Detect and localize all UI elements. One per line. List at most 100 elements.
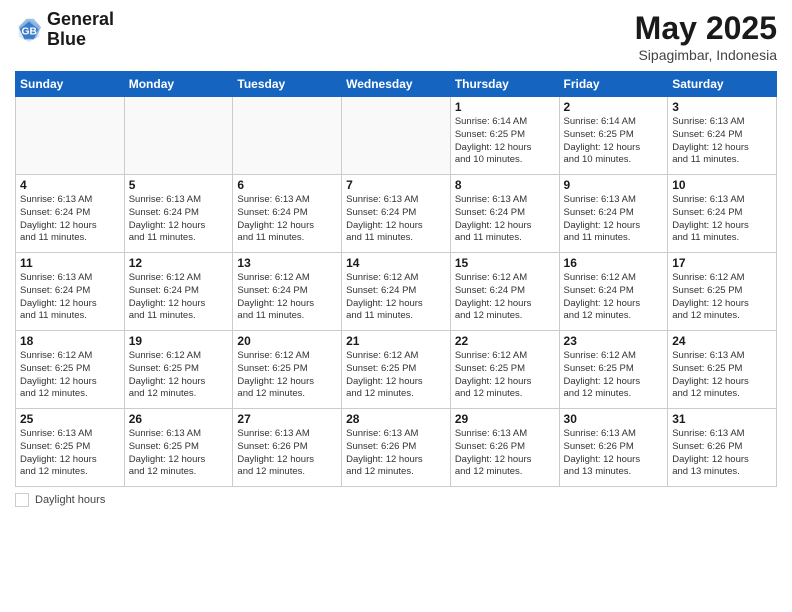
day-info: Sunrise: 6:13 AM Sunset: 6:24 PM Dayligh… bbox=[564, 194, 664, 245]
cell-w0-d4: 1Sunrise: 6:14 AM Sunset: 6:25 PM Daylig… bbox=[450, 97, 559, 175]
day-number: 14 bbox=[346, 256, 446, 270]
day-info: Sunrise: 6:13 AM Sunset: 6:24 PM Dayligh… bbox=[346, 194, 446, 245]
day-number: 27 bbox=[237, 412, 337, 426]
day-number: 12 bbox=[129, 256, 229, 270]
cell-w1-d5: 9 Sunrise: 6:13 AM Sunset: 6:24 PM Daylig… bbox=[559, 175, 668, 253]
cell-w4-d6: 31 Sunrise: 6:13 AM Sunset: 6:26 PM Dayli… bbox=[668, 409, 777, 487]
week-row-0: 1Sunrise: 6:14 AM Sunset: 6:25 PM Daylig… bbox=[16, 97, 777, 175]
cell-w0-d6: 3 Sunrise: 6:13 AM Sunset: 6:24 PM Daylig… bbox=[668, 97, 777, 175]
calendar-table: Sunday Monday Tuesday Wednesday Thursday… bbox=[15, 71, 777, 487]
day-info: Sunrise: 6:13 AM Sunset: 6:24 PM Dayligh… bbox=[129, 194, 229, 245]
cell-w2-d2: 13 Sunrise: 6:12 AM Sunset: 6:24 PM Dayli… bbox=[233, 253, 342, 331]
cell-w0-d1 bbox=[124, 97, 233, 175]
day-info: Sunrise: 6:12 AM Sunset: 6:25 PM Dayligh… bbox=[455, 350, 555, 401]
cell-w3-d5: 23Sunrise: 6:12 AM Sunset: 6:25 PM Dayli… bbox=[559, 331, 668, 409]
day-info: Sunrise: 6:13 AM Sunset: 6:25 PM Dayligh… bbox=[129, 428, 229, 479]
day-number: 29 bbox=[455, 412, 555, 426]
day-number: 13 bbox=[237, 256, 337, 270]
cell-w4-d2: 27 Sunrise: 6:13 AM Sunset: 6:26 PM Dayli… bbox=[233, 409, 342, 487]
svg-text:GB: GB bbox=[22, 26, 37, 37]
day-info: Sunrise: 6:13 AM Sunset: 6:24 PM Dayligh… bbox=[672, 116, 772, 167]
cell-w2-d5: 16Sunrise: 6:12 AM Sunset: 6:24 PM Dayli… bbox=[559, 253, 668, 331]
day-info: Sunrise: 6:13 AM Sunset: 6:26 PM Dayligh… bbox=[672, 428, 772, 479]
col-monday: Monday bbox=[124, 72, 233, 97]
day-number: 6 bbox=[237, 178, 337, 192]
cell-w3-d3: 21 Sunrise: 6:12 AM Sunset: 6:25 PM Dayli… bbox=[342, 331, 451, 409]
day-info: Sunrise: 6:12 AM Sunset: 6:25 PM Dayligh… bbox=[346, 350, 446, 401]
day-info: Sunrise: 6:13 AM Sunset: 6:24 PM Dayligh… bbox=[672, 194, 772, 245]
col-tuesday: Tuesday bbox=[233, 72, 342, 97]
day-info: Sunrise: 6:13 AM Sunset: 6:24 PM Dayligh… bbox=[20, 272, 120, 323]
cell-w2-d3: 14 Sunrise: 6:12 AM Sunset: 6:24 PM Dayli… bbox=[342, 253, 451, 331]
logo-line2: Blue bbox=[47, 30, 114, 50]
day-number: 24 bbox=[672, 334, 772, 348]
day-number: 26 bbox=[129, 412, 229, 426]
day-number: 20 bbox=[237, 334, 337, 348]
day-number: 8 bbox=[455, 178, 555, 192]
logo-line1: General bbox=[47, 10, 114, 30]
month-year: May 2025 bbox=[635, 10, 777, 47]
day-number: 28 bbox=[346, 412, 446, 426]
day-number: 22 bbox=[455, 334, 555, 348]
cell-w3-d2: 20 Sunrise: 6:12 AM Sunset: 6:25 PM Dayli… bbox=[233, 331, 342, 409]
cell-w4-d0: 25Sunrise: 6:13 AM Sunset: 6:25 PM Dayli… bbox=[16, 409, 125, 487]
day-info: Sunrise: 6:12 AM Sunset: 6:25 PM Dayligh… bbox=[237, 350, 337, 401]
day-info: Sunrise: 6:13 AM Sunset: 6:26 PM Dayligh… bbox=[564, 428, 664, 479]
cell-w4-d3: 28 Sunrise: 6:13 AM Sunset: 6:26 PM Dayli… bbox=[342, 409, 451, 487]
day-info: Sunrise: 6:12 AM Sunset: 6:24 PM Dayligh… bbox=[455, 272, 555, 323]
cell-w1-d2: 6 Sunrise: 6:13 AM Sunset: 6:24 PM Daylig… bbox=[233, 175, 342, 253]
day-info: Sunrise: 6:13 AM Sunset: 6:26 PM Dayligh… bbox=[346, 428, 446, 479]
day-number: 7 bbox=[346, 178, 446, 192]
day-number: 23 bbox=[564, 334, 664, 348]
week-row-4: 25Sunrise: 6:13 AM Sunset: 6:25 PM Dayli… bbox=[16, 409, 777, 487]
daylight-label: Daylight hours bbox=[35, 494, 105, 506]
day-number: 15 bbox=[455, 256, 555, 270]
day-number: 9 bbox=[564, 178, 664, 192]
day-number: 21 bbox=[346, 334, 446, 348]
page: GB General Blue May 2025 Sipagimbar, Ind… bbox=[0, 0, 792, 612]
logo: GB General Blue bbox=[15, 10, 114, 50]
day-number: 5 bbox=[129, 178, 229, 192]
day-info: Sunrise: 6:12 AM Sunset: 6:24 PM Dayligh… bbox=[237, 272, 337, 323]
day-info: Sunrise: 6:12 AM Sunset: 6:24 PM Dayligh… bbox=[346, 272, 446, 323]
cell-w4-d5: 30 Sunrise: 6:13 AM Sunset: 6:26 PM Dayli… bbox=[559, 409, 668, 487]
week-row-2: 11Sunrise: 6:13 AM Sunset: 6:24 PM Dayli… bbox=[16, 253, 777, 331]
day-number: 3 bbox=[672, 100, 772, 114]
col-thursday: Thursday bbox=[450, 72, 559, 97]
cell-w3-d0: 18 Sunrise: 6:12 AM Sunset: 6:25 PM Dayli… bbox=[16, 331, 125, 409]
week-row-1: 4Sunrise: 6:13 AM Sunset: 6:24 PM Daylig… bbox=[16, 175, 777, 253]
col-friday: Friday bbox=[559, 72, 668, 97]
day-number: 30 bbox=[564, 412, 664, 426]
cell-w4-d4: 29Sunrise: 6:13 AM Sunset: 6:26 PM Dayli… bbox=[450, 409, 559, 487]
day-number: 1 bbox=[455, 100, 555, 114]
cell-w0-d2 bbox=[233, 97, 342, 175]
day-info: Sunrise: 6:13 AM Sunset: 6:24 PM Dayligh… bbox=[237, 194, 337, 245]
day-number: 2 bbox=[564, 100, 664, 114]
day-number: 31 bbox=[672, 412, 772, 426]
day-number: 19 bbox=[129, 334, 229, 348]
cell-w2-d1: 12 Sunrise: 6:12 AM Sunset: 6:24 PM Dayli… bbox=[124, 253, 233, 331]
daylight-box bbox=[15, 493, 29, 507]
cell-w0-d5: 2Sunrise: 6:14 AM Sunset: 6:25 PM Daylig… bbox=[559, 97, 668, 175]
day-number: 10 bbox=[672, 178, 772, 192]
col-saturday: Saturday bbox=[668, 72, 777, 97]
col-sunday: Sunday bbox=[16, 72, 125, 97]
header: GB General Blue May 2025 Sipagimbar, Ind… bbox=[15, 10, 777, 63]
cell-w2-d0: 11Sunrise: 6:13 AM Sunset: 6:24 PM Dayli… bbox=[16, 253, 125, 331]
day-info: Sunrise: 6:13 AM Sunset: 6:25 PM Dayligh… bbox=[20, 428, 120, 479]
cell-w3-d6: 24Sunrise: 6:13 AM Sunset: 6:25 PM Dayli… bbox=[668, 331, 777, 409]
day-number: 18 bbox=[20, 334, 120, 348]
cell-w1-d4: 8 Sunrise: 6:13 AM Sunset: 6:24 PM Daylig… bbox=[450, 175, 559, 253]
header-row: Sunday Monday Tuesday Wednesday Thursday… bbox=[16, 72, 777, 97]
day-info: Sunrise: 6:12 AM Sunset: 6:25 PM Dayligh… bbox=[672, 272, 772, 323]
logo-text: General Blue bbox=[47, 10, 114, 50]
day-info: Sunrise: 6:12 AM Sunset: 6:24 PM Dayligh… bbox=[129, 272, 229, 323]
day-info: Sunrise: 6:12 AM Sunset: 6:25 PM Dayligh… bbox=[20, 350, 120, 401]
cell-w1-d1: 5 Sunrise: 6:13 AM Sunset: 6:24 PM Daylig… bbox=[124, 175, 233, 253]
week-row-3: 18 Sunrise: 6:12 AM Sunset: 6:25 PM Dayli… bbox=[16, 331, 777, 409]
day-number: 16 bbox=[564, 256, 664, 270]
cell-w1-d6: 10 Sunrise: 6:13 AM Sunset: 6:24 PM Dayli… bbox=[668, 175, 777, 253]
day-info: Sunrise: 6:13 AM Sunset: 6:24 PM Dayligh… bbox=[455, 194, 555, 245]
day-info: Sunrise: 6:13 AM Sunset: 6:26 PM Dayligh… bbox=[237, 428, 337, 479]
logo-icon: GB bbox=[15, 16, 43, 44]
